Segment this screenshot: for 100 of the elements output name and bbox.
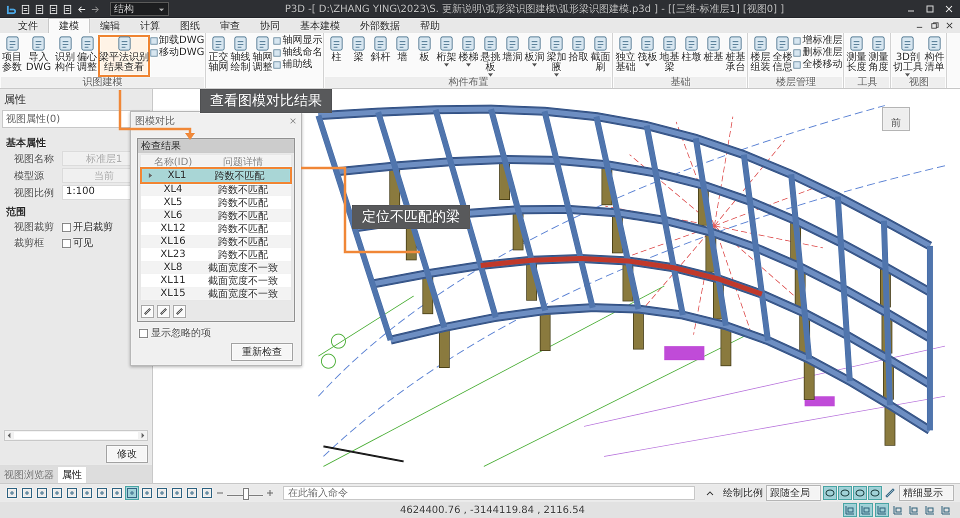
status-tool-icon[interactable] xyxy=(860,504,872,516)
zoom-in-icon[interactable] xyxy=(266,489,274,497)
menu-tab[interactable]: 图纸 xyxy=(170,18,210,33)
ribbon-button[interactable]: 轴线绘制 xyxy=(229,35,252,77)
checkbox[interactable] xyxy=(139,328,148,338)
view-tool-icon[interactable] xyxy=(201,487,213,499)
ribbon-small-button[interactable]: 移动DWG xyxy=(150,47,204,58)
ribbon-small-button[interactable]: 增标准层 xyxy=(793,35,842,46)
result-row[interactable]: XL16 跨数不匹配 xyxy=(141,235,291,248)
ribbon-small-button[interactable]: 轴网显示 xyxy=(273,35,322,46)
menu-tab[interactable]: 建模 xyxy=(48,18,90,33)
display-mode-icon[interactable] xyxy=(854,487,866,499)
menu-tab[interactable]: 外部数据 xyxy=(350,18,410,33)
ribbon-button[interactable]: 识别构件 xyxy=(54,35,76,77)
display-mode-icon[interactable] xyxy=(839,487,851,499)
ribbon-small-button[interactable]: 卸载DWG xyxy=(150,35,204,46)
ribbon-button[interactable]: 全楼信息 xyxy=(771,35,794,77)
view-tool-icon[interactable] xyxy=(96,487,108,499)
display-mode-icon[interactable] xyxy=(869,487,881,499)
view-tool-icon[interactable] xyxy=(111,487,123,499)
view-tool-icon[interactable] xyxy=(141,487,153,499)
status-tool-icon[interactable] xyxy=(892,504,904,516)
view-tool-icon[interactable] xyxy=(171,487,183,499)
menu-tab[interactable]: 帮助 xyxy=(410,18,450,33)
checkbox[interactable] xyxy=(62,222,71,232)
ribbon-button[interactable]: 轴网调整 xyxy=(251,35,274,77)
result-row[interactable]: XL15 截面宽度不一致 xyxy=(141,287,291,300)
ribbon-button[interactable]: 筏板 xyxy=(636,35,658,77)
app-logo-icon[interactable] xyxy=(6,4,17,14)
menu-tab[interactable]: 文件 xyxy=(8,18,48,33)
menu-tab[interactable]: 编辑 xyxy=(90,18,130,33)
ruler-icon[interactable] xyxy=(884,487,896,499)
ribbon-button[interactable]: 墙洞 xyxy=(501,35,524,77)
ribbon-button[interactable]: 桁架 xyxy=(435,35,458,77)
recheck-button[interactable]: 重新检查 xyxy=(231,343,293,361)
ribbon-button[interactable]: 项目参数 xyxy=(1,35,23,77)
modify-button[interactable]: 修改 xyxy=(106,445,148,463)
back-arrow-icon[interactable] xyxy=(76,4,87,14)
view-tool-icon[interactable] xyxy=(66,487,78,499)
ribbon-small-button[interactable]: 删标准层 xyxy=(793,47,842,58)
menu-tab[interactable]: 协同 xyxy=(250,18,290,33)
ribbon-button[interactable]: 正交轴网 xyxy=(207,35,230,77)
view-tool-icon[interactable] xyxy=(36,487,48,499)
ribbon-button[interactable]: 独立基础 xyxy=(614,35,636,77)
scale-dropdown[interactable]: 跟随全局 xyxy=(766,485,821,501)
view-tool-icon[interactable] xyxy=(51,487,63,499)
ribbon-button[interactable]: 桩基 xyxy=(702,35,724,77)
close-icon[interactable] xyxy=(945,21,954,30)
document-icon[interactable] xyxy=(20,4,31,14)
status-tool-icon[interactable] xyxy=(908,504,920,516)
ribbon-button[interactable]: 测量角度 xyxy=(867,35,890,77)
tool-icon[interactable] xyxy=(141,305,154,318)
view-tool-icon[interactable] xyxy=(21,487,33,499)
ribbon-button[interactable]: 板洞 xyxy=(523,35,546,77)
command-input[interactable]: 在此输入命令 xyxy=(283,486,695,500)
ribbon-button[interactable]: 墙 xyxy=(391,35,414,77)
view-tool-icon[interactable] xyxy=(81,487,93,499)
restore-icon[interactable] xyxy=(930,21,939,30)
panel-tab[interactable]: 属性 xyxy=(58,467,86,483)
ribbon-button[interactable]: 3D剖切工具 xyxy=(892,35,924,77)
ribbon-button[interactable]: 斜杆 xyxy=(369,35,392,77)
view-tool-icon[interactable] xyxy=(126,487,138,499)
view-tool-icon[interactable] xyxy=(156,487,168,499)
ribbon-button[interactable]: 楼层组装 xyxy=(749,35,772,77)
ribbon-button[interactable]: 截面刷 xyxy=(589,35,612,77)
view-cube[interactable]: 前 xyxy=(882,107,910,131)
ribbon-button[interactable]: 拾取 xyxy=(567,35,590,77)
horizontal-scrollbar[interactable] xyxy=(4,430,148,441)
status-tool-icon[interactable] xyxy=(876,504,888,516)
ribbon-button[interactable]: 柱墩 xyxy=(680,35,702,77)
menu-tab[interactable]: 基本建模 xyxy=(290,18,350,33)
ribbon-button[interactable]: 板 xyxy=(413,35,436,77)
checkbox[interactable] xyxy=(62,238,71,248)
ribbon-button[interactable]: 导入DWG xyxy=(23,35,54,77)
result-row[interactable]: XL8 截面宽度不一致 xyxy=(141,261,291,274)
maximize-icon[interactable] xyxy=(925,4,935,14)
document-icon[interactable] xyxy=(62,4,73,14)
status-tool-icon[interactable] xyxy=(940,504,952,516)
result-row[interactable]: XL1 跨数不匹配 xyxy=(141,168,291,183)
ribbon-small-button[interactable]: 辅助线 xyxy=(273,59,322,70)
ribbon-button[interactable]: 测量长度 xyxy=(845,35,868,77)
ribbon-button[interactable]: 柱 xyxy=(325,35,348,77)
ribbon-small-button[interactable]: 全楼移动 xyxy=(793,59,842,70)
display-mode-icon[interactable] xyxy=(824,487,836,499)
ribbon-small-button[interactable]: 轴线命名 xyxy=(273,47,322,58)
ribbon-button[interactable]: 偏心调整 xyxy=(76,35,98,77)
forward-arrow-icon[interactable] xyxy=(90,4,101,14)
ribbon-button[interactable]: 梁加腋 xyxy=(545,35,568,77)
result-row[interactable]: XL4 跨数不匹配 xyxy=(141,183,291,196)
discipline-dropdown[interactable]: 结构 xyxy=(110,2,169,16)
ribbon-button[interactable]: 桩基承台 xyxy=(724,35,746,77)
ribbon-button[interactable]: 楼梯 xyxy=(457,35,480,77)
ribbon-button[interactable]: 构件清单 xyxy=(923,35,946,77)
ribbon-button[interactable]: 梁 xyxy=(347,35,370,77)
menu-tab[interactable]: 计算 xyxy=(130,18,170,33)
ribbon-button[interactable]: 地基梁 xyxy=(658,35,680,77)
view-tool-icon[interactable] xyxy=(186,487,198,499)
display-dropdown[interactable]: 精细显示 xyxy=(899,485,954,501)
ribbon-button[interactable]: 悬挑板 xyxy=(479,35,502,77)
document-icon[interactable] xyxy=(34,4,45,14)
